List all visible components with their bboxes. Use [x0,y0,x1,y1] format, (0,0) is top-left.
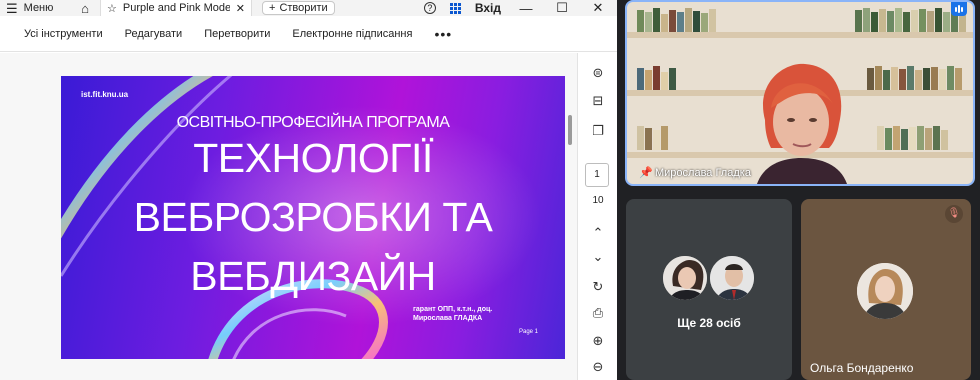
participant-avatar [857,263,913,319]
screen: ☰ Меню ⌂ ☆ Purple and Pink Mode... ✕ + С… [0,0,980,380]
bookshelf-top [637,8,716,32]
bookshelf-middle-right [867,66,962,90]
mic-muted-icon: 🎙 [945,205,963,223]
title-bar: ☰ Меню ⌂ ☆ Purple and Pink Mode... ✕ + С… [0,0,617,16]
esign-button[interactable]: Електронне підписання [292,28,412,40]
close-window-button[interactable]: ✕ [587,0,609,16]
avatar-woman-portrait [857,263,913,319]
create-label: Створити [279,2,328,14]
chevron-down-icon[interactable]: ⌄ [578,249,617,265]
zoom-out-icon[interactable]: ⊖ [578,359,617,375]
refresh-icon[interactable]: ↻ [578,279,617,295]
tab-close-icon[interactable]: ✕ [236,2,245,15]
slide-title-line3: ВЕБДИЗАЙН [190,253,436,299]
participant-avatar [708,254,756,302]
meeting-panel: 📌 Мирослава Гладка Ще 28 осіб 🎙 Ольга Бо… [617,0,980,380]
home-icon[interactable]: ⌂ [70,1,100,16]
participant-name: Ольга Бондаренко [810,361,914,375]
comment-icon[interactable]: ⊜ [578,65,617,81]
guarantor-role: гарант ОПП, к.т.н., доц. [413,306,493,313]
login-button[interactable]: Вхід [475,1,501,15]
slide-kicker: ОСВІТНЬО-ПРОФЕСІЙНА ПРОГРАМА [176,114,450,131]
edit-button[interactable]: Редагувати [125,28,183,40]
others-tile[interactable]: Ще 28 осіб [626,199,792,380]
create-button[interactable]: + Створити [262,1,335,15]
menu-label: Меню [23,2,54,14]
minimize-button[interactable]: — [515,1,537,16]
guarantor-name: Мирослава ГЛАДКА [413,315,483,322]
tab-title: Purple and Pink Mode... [122,2,230,14]
bookshelf-top-right [855,8,966,32]
avatar-woman-portrait [663,256,707,300]
pdf-viewer-window: ☰ Меню ⌂ ☆ Purple and Pink Mode... ✕ + С… [0,0,617,380]
bookmark-icon[interactable]: ⊟ [578,93,617,109]
slide-guarantor: гарант ОПП, к.т.н., доц. Мирослава ГЛАДК… [413,305,492,323]
slide-page: ist.fit.knu.ua ОСВІТНЬО-ПРОФЕСІЙНА ПРОГР… [61,76,565,359]
tab-document[interactable]: ☆ Purple and Pink Mode... ✕ [100,0,252,16]
all-tools-button[interactable]: Усі інструменти [24,28,103,40]
copy-pages-icon[interactable]: ❐ [578,123,617,139]
hamburger-icon: ☰ [6,0,18,16]
document-canvas[interactable]: ist.fit.knu.ua ОСВІТНЬО-ПРОФЕСІЙНА ПРОГР… [0,53,577,380]
right-tool-strip: ⊜ ⊟ ❐ 1 10 ⌃ ⌄ ↻ ⎙ ⊕ ⊖ [577,53,617,380]
bookshelf-bottom-right [877,126,948,150]
chevron-up-icon[interactable]: ⌃ [578,225,617,241]
help-icon[interactable]: ? [423,2,436,14]
participant-avatar [661,254,709,302]
zoom-in-icon[interactable]: ⊕ [578,333,617,349]
apps-grid-icon[interactable] [449,2,461,14]
toolbar: Усі інструменти Редагувати Перетворити Е… [0,16,617,52]
active-speaker-tile[interactable]: 📌 Мирослава Гладка [625,0,975,186]
maximize-button[interactable]: ☐ [551,0,573,16]
convert-button[interactable]: Перетворити [204,28,270,40]
file-download-icon[interactable]: ⎙ [578,305,617,321]
speaking-indicator-icon [951,2,967,16]
plus-icon: + [269,2,276,14]
star-icon[interactable]: ☆ [107,2,117,15]
slide-page-label: Page 1 [519,329,539,335]
slide-site-url: ist.fit.knu.ua [81,90,129,99]
more-options-button[interactable]: ••• [434,26,452,42]
page-total: 10 [592,195,604,206]
menu-button[interactable]: ☰ Меню [0,2,70,15]
bookshelf-bottom [637,126,668,150]
speaker-video [756,63,848,184]
speaker-name: Мирослава Гладка [655,167,751,179]
vertical-scrollbar[interactable] [568,115,572,145]
bookshelf-middle [637,66,676,90]
participant-tile[interactable]: 🎙 Ольга Бондаренко [801,199,971,380]
avatar-man-portrait [710,256,754,300]
page-number-input[interactable]: 1 [585,163,609,187]
slide-title-line1: ТЕХНОЛОГІЇ [193,135,433,181]
others-count-label: Ще 28 осіб [677,316,741,330]
pin-icon[interactable]: 📌 [639,166,653,179]
slide-title-line2: ВЕБРОЗРОБКИ ТА [133,194,493,240]
